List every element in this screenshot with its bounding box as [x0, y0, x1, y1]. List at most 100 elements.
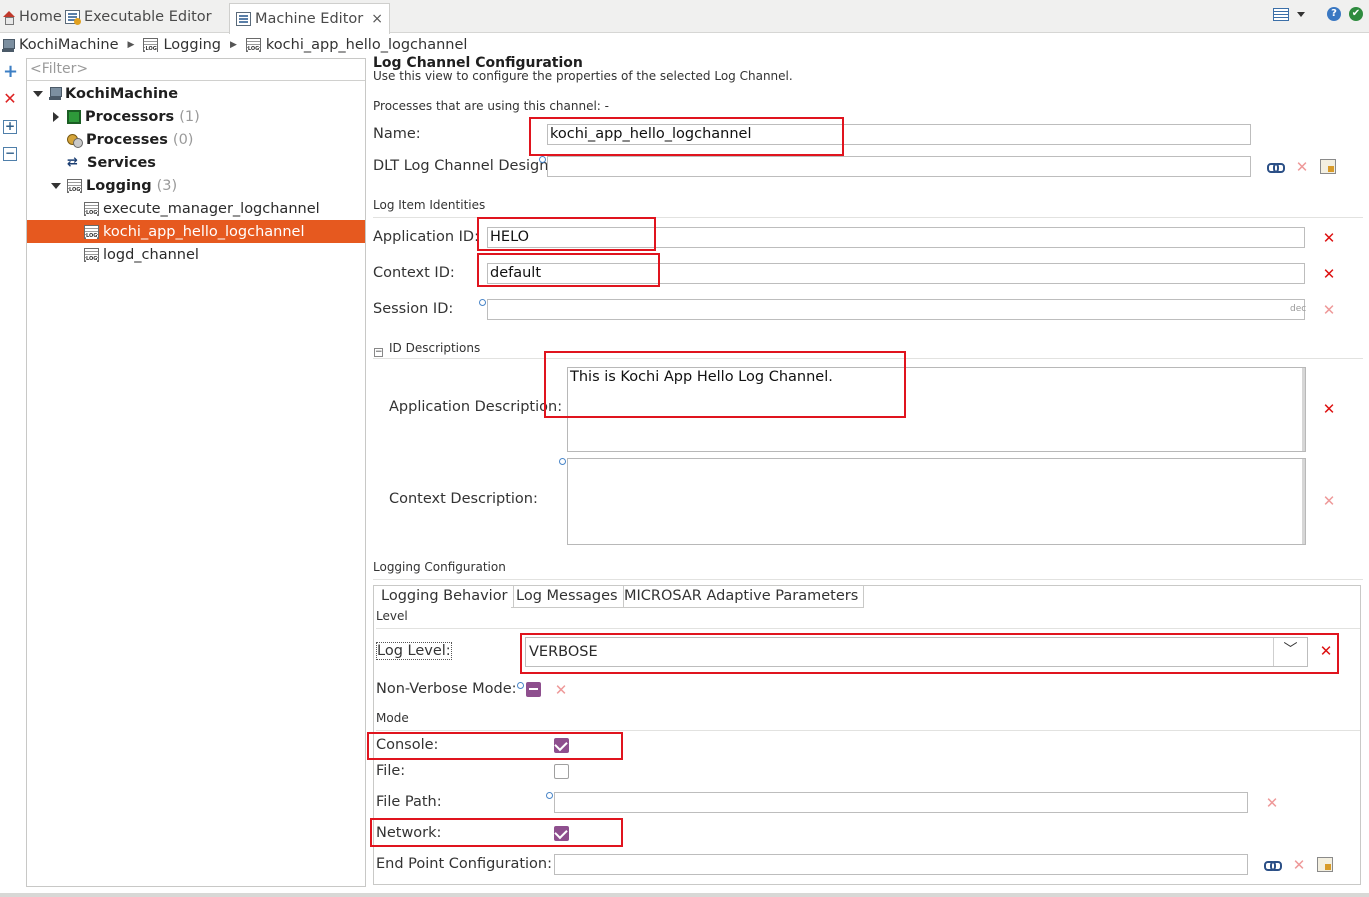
tab-logging-behavior[interactable]: Logging Behavior: [376, 586, 514, 608]
tree-item-kochi-app-hello-logchannel[interactable]: kochi_app_hello_logchannel: [27, 220, 365, 243]
log-level-select[interactable]: VERBOSE ﹀: [525, 637, 1308, 667]
network-checkbox[interactable]: [554, 826, 569, 841]
link-icon[interactable]: [1267, 162, 1285, 173]
dlt-log-channel-design-label: DLT Log Channel Design:: [373, 158, 554, 174]
browse-icon[interactable]: [1320, 159, 1336, 174]
collapse-all-icon[interactable]: −: [3, 147, 17, 161]
section-divider: [373, 358, 1363, 359]
file-label: File:: [376, 763, 406, 779]
application-id-field[interactable]: HELO: [487, 227, 1305, 248]
context-id-label: Context ID:: [373, 265, 455, 281]
log-level-label: Log Level:: [376, 642, 452, 660]
link-icon[interactable]: [1264, 860, 1282, 871]
log-channel-icon: [84, 201, 99, 216]
info-icon: [539, 156, 546, 163]
breadcrumb-item-channel[interactable]: kochi_app_hello_logchannel: [266, 37, 468, 53]
remove-icon[interactable]: ✕: [1292, 858, 1306, 873]
info-icon: [559, 458, 566, 465]
tree-item-logd-channel[interactable]: logd_channel: [27, 243, 365, 266]
tree-item-processes[interactable]: Processes (0): [27, 128, 365, 151]
tab-log-messages[interactable]: Log Messages: [511, 586, 624, 608]
tab-microsar-adaptive-parameters[interactable]: MICROSAR Adaptive Parameters: [619, 586, 865, 608]
collapse-section-icon[interactable]: −: [374, 348, 383, 357]
file-checkbox[interactable]: [554, 764, 569, 779]
remove-icon[interactable]: ✕: [1265, 796, 1279, 811]
end-point-configuration-field[interactable]: [554, 854, 1248, 875]
tab-home-label: Home: [19, 9, 62, 25]
session-id-field[interactable]: [487, 299, 1305, 320]
help-icon[interactable]: ?: [1327, 7, 1341, 21]
browse-icon[interactable]: [1317, 857, 1333, 872]
tab-home[interactable]: Home: [2, 4, 62, 30]
logging-tabs-panel: Logging Behavior Log Messages MICROSAR A…: [373, 585, 1361, 885]
context-description-field[interactable]: [567, 458, 1306, 545]
close-tab-icon[interactable]: ×: [371, 11, 383, 27]
breadcrumb-item-machine[interactable]: KochiMachine: [19, 37, 119, 53]
section-log-item-identities: Log Item Identities: [373, 198, 486, 212]
tree-item-execute-manager-logchannel[interactable]: execute_manager_logchannel: [27, 197, 365, 220]
services-icon: ⇄: [67, 154, 78, 170]
machine-icon: [49, 87, 62, 100]
info-icon: [479, 299, 486, 306]
remove-icon[interactable]: ✕: [1322, 231, 1336, 246]
delete-icon[interactable]: ✕: [3, 91, 17, 107]
chevron-down-icon[interactable]: ﹀: [1273, 638, 1307, 666]
tree-expand-icon[interactable]: [51, 181, 61, 191]
name-label: Name:: [373, 126, 421, 142]
section-id-descriptions: ID Descriptions: [389, 341, 481, 355]
log-level-value: VERBOSE: [529, 644, 598, 660]
console-checkbox[interactable]: [554, 738, 569, 753]
file-path-field[interactable]: [554, 792, 1248, 813]
tree-item-label: KochiMachine: [65, 85, 179, 102]
machine-editor-icon: [236, 12, 251, 26]
name-field[interactable]: kochi_app_hello_logchannel: [547, 124, 1251, 145]
remove-icon[interactable]: ✕: [1322, 267, 1336, 282]
tree-item-label: Services: [87, 154, 156, 171]
non-verbose-mode-label: Non-Verbose Mode:: [376, 681, 517, 697]
mode-heading: Mode: [376, 711, 409, 725]
breadcrumb: KochiMachine ▶ Logging ▶ kochi_app_hello…: [0, 34, 467, 56]
validation-ok-icon[interactable]: ✔: [1349, 7, 1363, 21]
chevron-down-icon[interactable]: [1297, 11, 1305, 17]
non-verbose-mode-checkbox[interactable]: [526, 682, 541, 697]
tree-item-kochimachine[interactable]: KochiMachine: [27, 82, 365, 105]
tree-filter-input[interactable]: <Filter>: [27, 59, 365, 81]
application-description-field[interactable]: This is Kochi App Hello Log Channel.: [567, 367, 1306, 452]
remove-icon[interactable]: ✕: [1322, 494, 1336, 509]
network-label: Network:: [376, 825, 442, 841]
breadcrumb-separator-icon: ▶: [127, 40, 135, 50]
home-icon: [2, 11, 15, 25]
tree-item-label: execute_manager_logchannel: [103, 200, 320, 217]
remove-icon[interactable]: ✕: [554, 683, 568, 698]
section-divider: [373, 217, 1363, 218]
application-description-label: Application Description:: [389, 399, 563, 415]
info-icon: [546, 792, 553, 799]
add-icon[interactable]: +: [3, 63, 18, 81]
tree-item-services[interactable]: ⇄ Services: [27, 151, 365, 174]
tree-expand-icon[interactable]: [51, 111, 61, 122]
remove-icon[interactable]: ✕: [1319, 644, 1333, 659]
context-description-label: Context Description:: [389, 491, 538, 507]
tree-expand-icon[interactable]: [33, 89, 43, 99]
remove-icon[interactable]: ✕: [1295, 160, 1309, 175]
section-divider: [376, 628, 1360, 629]
tree-item-label: kochi_app_hello_logchannel: [103, 223, 305, 240]
breadcrumb-item-logging[interactable]: Logging: [163, 37, 221, 53]
dlt-log-channel-design-field[interactable]: [547, 156, 1251, 177]
console-label: Console:: [376, 737, 439, 753]
log-channel-form: Log Channel Configuration Use this view …: [367, 55, 1367, 891]
context-id-field[interactable]: default: [487, 263, 1305, 284]
remove-icon[interactable]: ✕: [1322, 402, 1336, 417]
expand-all-icon[interactable]: +: [3, 120, 17, 134]
tree-item-label: Processors: [85, 108, 175, 125]
view-menu-icon[interactable]: [1273, 7, 1289, 21]
tab-executable-editor[interactable]: Executable Editor: [65, 4, 212, 30]
tree-item-logging[interactable]: Logging (3): [27, 174, 365, 197]
remove-icon[interactable]: ✕: [1322, 303, 1336, 318]
logging-icon: [67, 178, 82, 193]
form-description: Use this view to configure the propertie…: [373, 69, 793, 83]
tab-machine-editor[interactable]: Machine Editor ×: [229, 3, 390, 34]
info-icon: [517, 682, 524, 689]
tree-item-processors[interactable]: Processors (1): [27, 105, 365, 128]
editor-tab-bar: Home Executable Editor Machine Editor × …: [0, 0, 1369, 34]
